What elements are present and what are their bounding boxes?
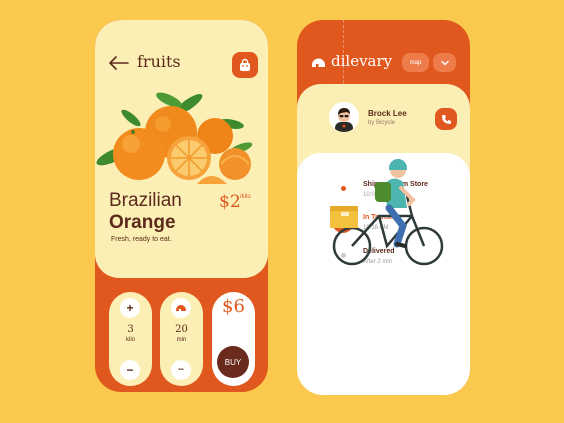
buy-button[interactable]: BUY [217, 346, 249, 378]
back-arrow-icon[interactable] [109, 56, 129, 70]
increase-quantity-button[interactable]: + [120, 298, 140, 318]
product-screen: fruits Brazilian Orange $2 /kilo Fresh, … [95, 20, 268, 392]
courier-name: Brock Lee [368, 109, 407, 118]
price-unit: /kilo [240, 194, 251, 200]
map-button[interactable]: map [402, 53, 429, 72]
total-price: $6 [222, 296, 245, 317]
checkout-card: $6 BUY [212, 292, 255, 386]
call-courier-button[interactable] [435, 108, 457, 130]
delivery-time-card: 20 min ••• [160, 292, 203, 386]
dilevary-logo-icon [312, 58, 325, 67]
product-name-line1: Brazilian [109, 190, 182, 211]
delivery-time-value: 20 [175, 324, 188, 335]
product-description: Fresh, ready to eat. [111, 236, 172, 243]
page-title: fruits [137, 52, 181, 71]
product-card: fruits Brazilian Orange $2 /kilo Fresh, … [95, 20, 268, 278]
delivery-screen: dilevary map Brock Lee by Bicycle Store … [297, 20, 470, 395]
oranges-illustration [96, 92, 253, 184]
quantity-unit: kilo [125, 337, 135, 343]
quantity-value: 3 [127, 324, 134, 335]
phone-icon [441, 114, 451, 124]
more-options-button[interactable]: ••• [171, 360, 191, 380]
dropdown-button[interactable] [433, 53, 456, 72]
delivery-time-unit: min [176, 337, 187, 343]
courier-on-bicycle-illustration [330, 159, 444, 266]
courier-transport: by Bicycle [368, 120, 396, 126]
product-name: Brazilian Orange [109, 190, 182, 234]
quantity-stepper: + 3 kilo − [109, 292, 152, 386]
chevron-down-icon [440, 60, 449, 65]
helmet-icon [176, 305, 186, 311]
shopping-bag-icon [240, 58, 250, 71]
app-title: dilevary [331, 52, 393, 70]
avatar [329, 102, 359, 132]
unit-price: $2 [219, 192, 241, 212]
cart-button[interactable] [232, 52, 258, 78]
product-name-line2: Orange [109, 212, 176, 233]
delivery-helmet-button[interactable] [171, 298, 191, 318]
decrease-quantity-button[interactable]: − [120, 360, 140, 380]
